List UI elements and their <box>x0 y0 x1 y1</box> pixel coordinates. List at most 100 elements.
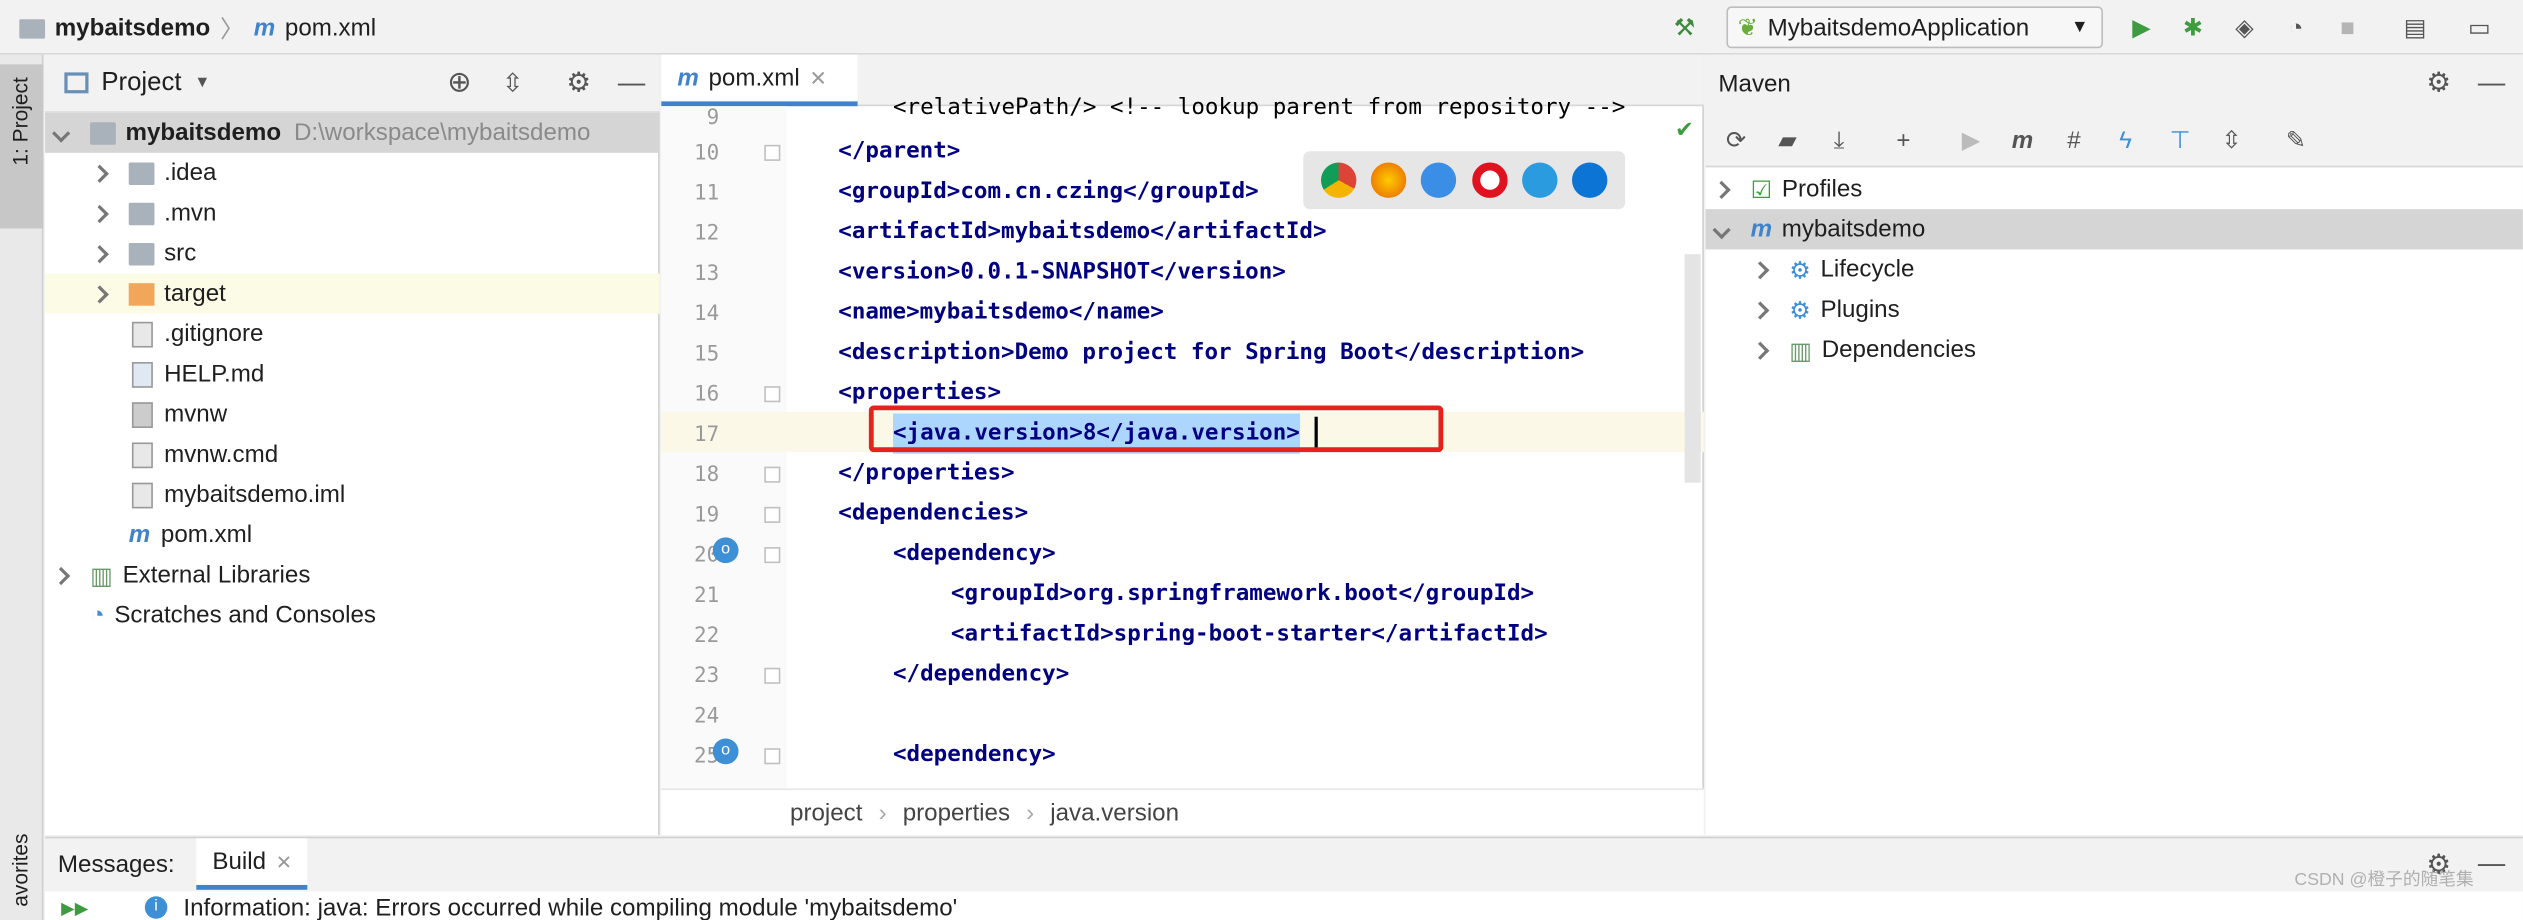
run-configuration-select[interactable]: ❦ MybaitsdemoApplication ▼ <box>1726 6 2103 49</box>
opera-icon[interactable] <box>1471 162 1508 198</box>
tree-item-mvnw-cmd[interactable]: mvnw.cmd <box>45 434 660 474</box>
wrench-icon[interactable]: ✎ <box>2282 126 2311 154</box>
code-line[interactable]: <description>Demo project for Spring Boo… <box>838 333 1584 373</box>
close-icon[interactable]: ✕ <box>809 65 827 91</box>
code-line[interactable]: <relativePath/> <!-- lookup parent from … <box>893 97 1625 126</box>
fold-marker-icon[interactable] <box>764 667 781 684</box>
run-icon[interactable]: ▶ <box>2127 13 2156 41</box>
fold-marker-icon[interactable] <box>764 386 781 403</box>
override-gutter-icon[interactable]: o <box>712 537 739 564</box>
download-icon[interactable]: ⤓ <box>1825 126 1854 155</box>
tree-item-scratches[interactable]: ◔ Scratches and Consoles <box>45 595 660 635</box>
safari-icon[interactable] <box>1421 162 1457 198</box>
tree-item-external-libraries[interactable]: ▥ External Libraries <box>45 555 660 595</box>
fold-marker-icon[interactable] <box>764 547 781 564</box>
editor-tab-pom[interactable]: m pom.xml ✕ <box>661 54 858 107</box>
add-folder-icon[interactable]: ▰ <box>1773 126 1802 154</box>
chevron-right-icon[interactable] <box>1751 300 1770 319</box>
edge-icon[interactable] <box>1572 162 1608 198</box>
maven-tree-dependencies[interactable]: ▥ Dependencies <box>1706 330 2523 370</box>
locate-icon[interactable]: ⊕ <box>447 66 471 100</box>
chevron-right-icon[interactable] <box>1751 260 1770 279</box>
close-icon[interactable]: ✕ <box>276 850 292 873</box>
debug-icon[interactable]: ✱ <box>2179 13 2208 41</box>
tree-item-target[interactable]: target <box>45 273 660 314</box>
tree-item-iml[interactable]: mybaitsdemo.iml <box>45 475 660 515</box>
tree-item-src[interactable]: src <box>45 233 660 273</box>
favorites-tool-label[interactable]: avorites <box>8 833 32 906</box>
tree-item-gitignore[interactable]: .gitignore <box>45 314 660 354</box>
project-tool-tab[interactable]: 1: Project <box>0 64 44 229</box>
collapse-all-icon[interactable]: ⇳ <box>502 67 524 99</box>
build-tab[interactable]: Build ✕ <box>196 838 308 890</box>
tree-item-mvn[interactable]: .mvn <box>45 193 660 233</box>
breadcrumb-item[interactable]: project <box>790 799 862 826</box>
override-gutter-icon[interactable]: o <box>712 738 739 765</box>
project-structure-icon[interactable]: ▤ <box>2401 13 2430 41</box>
code-line[interactable]: <dependency> <box>893 735 1056 775</box>
terminal-icon[interactable]: ▭ <box>2465 13 2494 41</box>
tree-item-mvnw[interactable]: mvnw <box>45 394 660 434</box>
minimize-icon[interactable]: — <box>618 67 645 99</box>
coverage-icon[interactable]: ◈ <box>2230 13 2259 41</box>
code-line[interactable]: <dependencies> <box>838 494 1028 534</box>
chevron-down-icon[interactable] <box>52 123 71 142</box>
fold-marker-icon[interactable] <box>764 506 781 523</box>
maven-tree-project[interactable]: m mybaitsdemo <box>1705 209 2523 250</box>
reload-icon[interactable]: ⟳ <box>1722 126 1751 154</box>
tree-item-idea[interactable]: .idea <box>45 153 660 193</box>
breadcrumb-project[interactable]: mybaitsdemo <box>55 14 211 41</box>
maven-tree-lifecycle[interactable]: ⚙ Lifecycle <box>1706 249 2523 289</box>
code-line[interactable]: <artifactId>mybaitsdemo</artifactId> <box>838 212 1326 252</box>
profile-icon[interactable]: ◔ <box>2282 13 2311 42</box>
chevron-right-icon[interactable] <box>90 284 109 303</box>
chevron-right-icon[interactable] <box>90 163 109 183</box>
fold-marker-icon[interactable] <box>764 748 781 765</box>
tree-item-help-md[interactable]: HELP.md <box>45 354 660 394</box>
maven-goal-icon[interactable]: m <box>2008 126 2037 155</box>
chevron-down-icon[interactable]: ▼ <box>194 74 210 92</box>
code-line[interactable]: </dependency> <box>893 655 1069 695</box>
chevron-right-icon[interactable] <box>52 566 71 585</box>
firefox-icon[interactable] <box>1370 162 1407 198</box>
build-hammer-icon[interactable]: ⚒ <box>1670 13 1699 41</box>
toggle-offline-icon[interactable]: # <box>2060 126 2089 155</box>
editor-scrollbar[interactable] <box>1684 254 1701 483</box>
chevron-right-icon[interactable] <box>90 204 109 223</box>
code-line[interactable]: <groupId>com.cn.czing</groupId> <box>838 172 1258 212</box>
maven-tree-plugins[interactable]: ⚙ Plugins <box>1706 290 2523 330</box>
gear-icon[interactable]: ⚙ <box>2426 68 2451 100</box>
internet-explorer-icon[interactable] <box>1522 162 1558 198</box>
chevron-right-icon[interactable] <box>1751 340 1770 360</box>
fold-marker-icon[interactable] <box>764 466 781 483</box>
plus-icon[interactable]: + <box>1889 126 1918 155</box>
skip-tests-icon[interactable]: ϟ <box>2111 126 2140 155</box>
run-icon[interactable]: ▶ <box>1957 126 1986 154</box>
code-line[interactable]: <groupId>org.springframework.boot</group… <box>951 574 1534 614</box>
chevron-down-icon[interactable] <box>1712 220 1731 239</box>
project-view-title[interactable]: Project <box>101 68 181 97</box>
tree-root-row[interactable]: mybaitsdemo D:\workspace\mybaitsdemo <box>45 112 660 153</box>
rerun-icon[interactable]: ▶▶ <box>61 898 88 918</box>
fold-marker-icon[interactable] <box>764 144 781 161</box>
tree-item-pom[interactable]: m pom.xml <box>45 515 660 555</box>
gear-icon[interactable]: ⚙ <box>566 67 591 99</box>
chevron-right-icon[interactable] <box>90 244 109 263</box>
code-line[interactable]: <name>mybaitsdemo</name> <box>838 293 1163 333</box>
code-line[interactable]: <artifactId>spring-boot-starter</artifac… <box>951 615 1548 655</box>
code-line[interactable]: <version>0.0.1-SNAPSHOT</version> <box>838 253 1286 293</box>
code-line[interactable]: <dependency> <box>893 534 1056 574</box>
breadcrumb-item[interactable]: java.version <box>1050 799 1179 826</box>
minimize-icon[interactable]: — <box>2478 68 2505 100</box>
show-dependencies-icon[interactable]: ⊤ <box>2166 126 2195 154</box>
chevron-right-icon[interactable] <box>1712 179 1731 199</box>
code-line[interactable]: </properties> <box>838 454 1014 494</box>
code-line[interactable]: </parent> <box>838 132 960 172</box>
chrome-icon[interactable] <box>1320 162 1356 198</box>
minimize-icon[interactable]: — <box>2478 848 2505 880</box>
collapse-all-icon[interactable]: ⇳ <box>2217 126 2246 154</box>
maven-tree-profiles[interactable]: ☑ Profiles <box>1706 169 2523 209</box>
stop-icon[interactable]: ■ <box>2333 13 2362 42</box>
breadcrumb-item[interactable]: properties <box>903 799 1010 826</box>
breadcrumb-file[interactable]: pom.xml <box>285 14 376 41</box>
